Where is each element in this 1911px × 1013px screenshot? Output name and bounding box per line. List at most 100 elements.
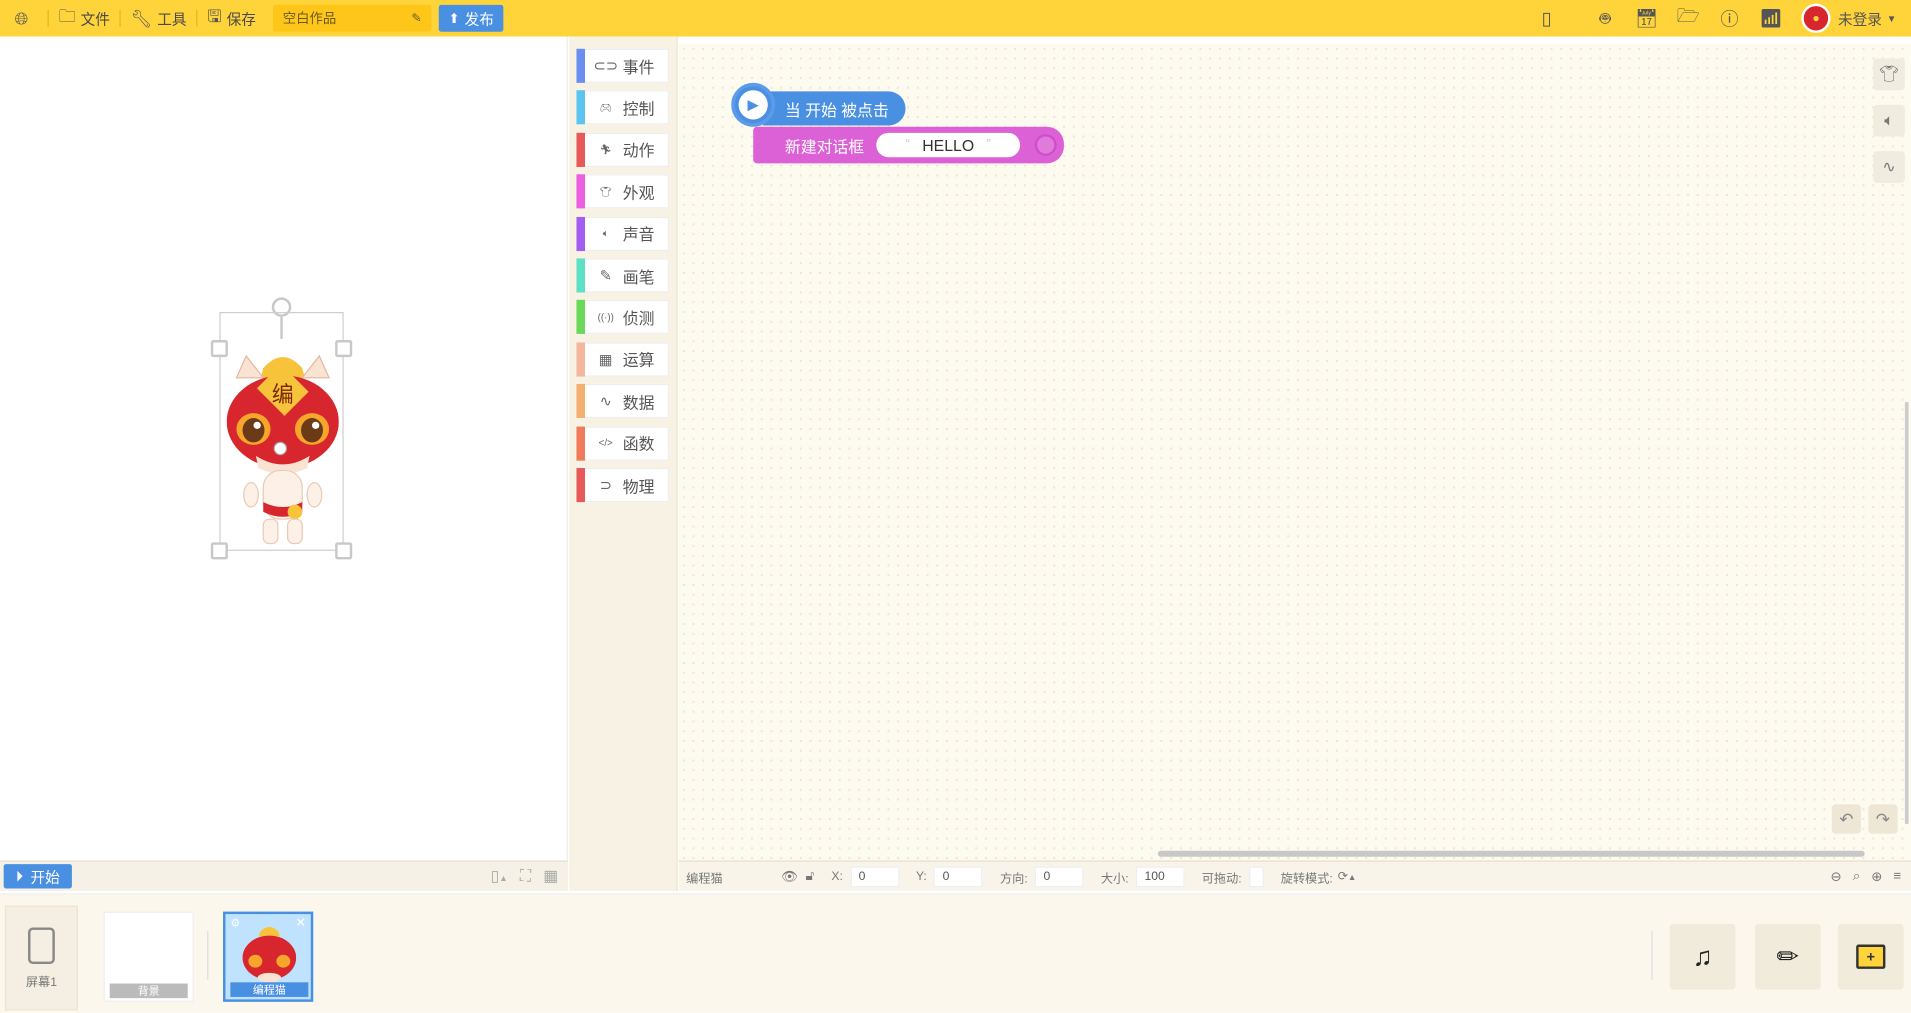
x-input[interactable]: 0: [850, 865, 899, 887]
start-button[interactable]: ⏵ 开始: [3, 864, 72, 889]
zoom-out-button[interactable]: ⊖: [1831, 868, 1842, 885]
category-shirt[interactable]: 👕︎ 外观: [576, 174, 670, 209]
size-input[interactable]: 100: [1135, 865, 1185, 887]
grid-toggle-button[interactable]: ▦: [543, 867, 558, 887]
vertical-scrollbar[interactable]: [1904, 402, 1909, 824]
login-button[interactable]: ● 未登录 ▼: [1801, 3, 1911, 33]
phone-icon: ▯: [1541, 8, 1552, 30]
language-button[interactable]: 🌐︎: [0, 0, 48, 37]
tools-menu-label: 工具: [157, 10, 187, 28]
help-button[interactable]: ⓘ: [1709, 5, 1750, 31]
project-title-input[interactable]: 空白作品 ✎: [272, 4, 432, 32]
visibility-eye-icon[interactable]: 👁︎: [781, 868, 798, 885]
size-label: 大小:: [1100, 872, 1129, 886]
new-dialog-block[interactable]: 新建对话框 “ HELLO ”: [753, 126, 1064, 164]
top-toolbar: 🌐︎ 🗀 文件 🔧︎ 工具 🖫 保存 空白作品 ✎ ⬆ 发布 ▯ 🤖︎ 📅︎ 🗁 ⓘ 📶︎…: [0, 0, 1911, 37]
stage-toolbar: ⏵ 开始 ▯▲ ⛶ ▦: [0, 860, 568, 891]
y-field: Y: 0: [915, 865, 983, 887]
category-running[interactable]: 🏃︎ 动作: [576, 132, 670, 167]
sound-library-button[interactable]: ♫: [1669, 923, 1736, 990]
y-label: Y:: [915, 869, 927, 883]
gear-icon[interactable]: ⚙: [230, 917, 240, 930]
shirt-icon: 👕︎: [599, 186, 612, 198]
toolbar-divider: [119, 9, 121, 27]
category-pen[interactable]: ✎ 画笔: [576, 258, 670, 293]
dialog-block-slot[interactable]: [1034, 134, 1057, 156]
toolbar-divider: [196, 9, 198, 27]
speaker-icon: 🔈︎: [602, 227, 609, 239]
robot-button[interactable]: 🤖︎: [1584, 5, 1625, 31]
wrench-icon: 🔧︎: [130, 7, 153, 28]
category-toggle[interactable]: ⊂⊃ 事件: [576, 48, 670, 83]
avatar: ●: [1801, 3, 1831, 33]
tools-menu[interactable]: 🔧︎ 工具: [121, 0, 196, 37]
category-label: 数据: [622, 393, 655, 412]
category-label: 外观: [622, 183, 655, 202]
globe-icon: 🌐︎: [14, 7, 29, 28]
category-color-bar: [576, 174, 585, 209]
horizontal-scrollbar[interactable]: [1157, 850, 1865, 857]
category-color-bar: [576, 48, 585, 83]
screen-tile[interactable]: 屏幕1: [4, 905, 78, 1011]
category-label: 画笔: [622, 267, 655, 286]
category-sensor[interactable]: ((·)) 侦测: [576, 300, 670, 335]
sprite-coding-cat[interactable]: 编: [226, 351, 339, 551]
undo-button[interactable]: ↶: [1831, 804, 1862, 834]
save-button[interactable]: 🖫 保存: [197, 0, 265, 37]
asset-divider: [1651, 931, 1653, 980]
paint-editor-button[interactable]: ✏: [1755, 923, 1821, 990]
background-tile[interactable]: 背景: [103, 911, 194, 1002]
y-input[interactable]: 0: [934, 865, 983, 887]
pen-icon: ✎: [599, 266, 612, 284]
caret-up-icon: ▲: [1347, 873, 1357, 882]
redo-button[interactable]: ↷: [1868, 804, 1898, 834]
my-works-button[interactable]: 🗁: [1667, 3, 1708, 33]
device-select-button[interactable]: ▯▲: [491, 867, 508, 887]
wifi-icon: 📶︎: [1759, 8, 1783, 30]
category-gamepad[interactable]: 🎮︎ 控制: [576, 90, 670, 125]
calendar-icon: 📅︎: [1634, 8, 1659, 30]
screen-label: 屏幕1: [25, 975, 58, 990]
data-icon: ∿: [599, 392, 612, 410]
zoom-in-button[interactable]: ⊕: [1871, 868, 1882, 885]
category-color-bar: [576, 90, 585, 125]
sound-button[interactable]: 🔈︎: [1873, 104, 1905, 137]
costume-button[interactable]: 👕︎: [1873, 58, 1905, 91]
chart-line-icon: ∿: [1882, 157, 1896, 176]
redo-icon: ↷: [1875, 808, 1891, 829]
publish-button[interactable]: ⬆ 发布: [438, 4, 504, 32]
category-calculator[interactable]: ▦ 运算: [576, 342, 670, 377]
sprite-tile-coding-cat[interactable]: ⚙ ✕ 编程猫: [223, 911, 314, 1002]
undo-redo-group: ↶ ↷: [1831, 804, 1898, 834]
menu-button[interactable]: ≡: [1893, 868, 1901, 884]
category-label: 事件: [622, 57, 655, 77]
fullscreen-button[interactable]: ⛶: [520, 867, 531, 887]
lock-icon[interactable]: 🔓︎: [806, 868, 815, 884]
calculator-icon: ▦: [598, 350, 613, 368]
sprite-name-field[interactable]: 编程猫: [686, 867, 774, 885]
calendar-button[interactable]: 📅︎: [1626, 7, 1667, 30]
category-data[interactable]: ∿ 数据: [576, 384, 670, 419]
rotation-mode-select[interactable]: ⟳▲: [1338, 870, 1357, 883]
data-button[interactable]: ∿: [1873, 151, 1905, 183]
resize-handle-bottom-left[interactable]: [210, 542, 228, 560]
direction-input[interactable]: 0: [1035, 865, 1084, 887]
resize-handle-top-left[interactable]: [210, 340, 228, 358]
category-magnet[interactable]: ⊃ 物理: [576, 468, 670, 503]
dialog-text-input[interactable]: “ HELLO ”: [876, 132, 1021, 158]
draggable-checkbox[interactable]: [1248, 865, 1264, 887]
mobile-preview-button[interactable]: ▯: [1526, 7, 1567, 30]
background-label: 背景: [109, 983, 188, 999]
close-icon[interactable]: ✕: [296, 917, 306, 930]
file-menu[interactable]: 🗀 文件: [49, 0, 120, 37]
asset-bar: 屏幕1 背景 ⚙ ✕ 编程猫 ♫ ✏ +: [0, 893, 1911, 1013]
add-asset-button[interactable]: +: [1837, 923, 1904, 990]
help-icon: ⓘ: [1720, 9, 1739, 30]
category-code[interactable]: </> 函数: [576, 426, 670, 461]
publish-icon: ⬆: [448, 11, 460, 27]
category-speaker[interactable]: 🔈︎ 声音: [576, 216, 670, 251]
code-workspace[interactable]: [678, 43, 1911, 861]
direction-label: 方向:: [999, 872, 1028, 886]
network-button[interactable]: 📶︎: [1750, 7, 1791, 30]
zoom-reset-button[interactable]: ⌕: [1853, 868, 1861, 884]
